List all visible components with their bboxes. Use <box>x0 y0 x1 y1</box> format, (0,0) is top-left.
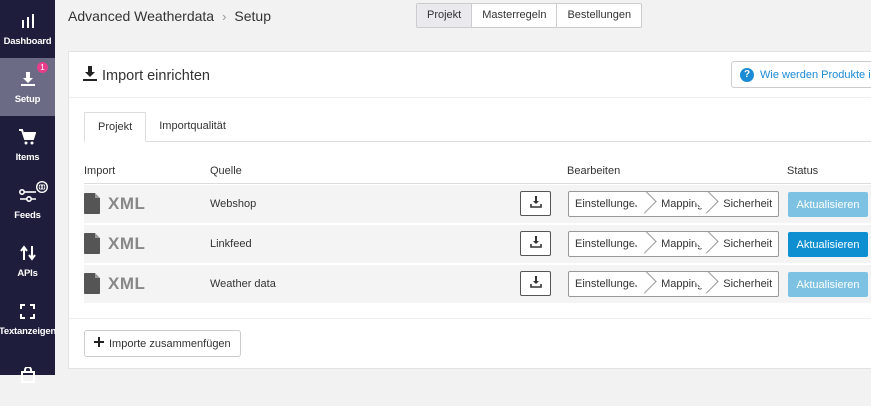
topbar: Advanced Weatherdata › Setup Projekt Mas… <box>55 0 871 36</box>
sidebar-item-feeds[interactable]: Feeds <box>0 174 55 232</box>
update-button[interactable]: Aktualisieren <box>788 272 868 297</box>
card-title: Import einrichten <box>83 66 210 85</box>
card-header: Import einrichten ? Wie werden Produkte … <box>69 52 871 98</box>
edit-steps: Einstellungen Mapping Sicherheit <box>568 231 780 257</box>
breadcrumb-app[interactable]: Advanced Weatherdata <box>68 8 214 24</box>
sidebar-item-textanzeigen[interactable]: Textanzeigen <box>0 290 57 348</box>
sidebar-item-dashboard[interactable]: Dashboard <box>0 0 55 58</box>
sidebar-item-items[interactable]: Items <box>0 116 55 174</box>
subtab-projekt[interactable]: Projekt <box>84 112 147 142</box>
card-title-text: Import einrichten <box>102 67 210 84</box>
sidebar-item-label: Textanzeigen <box>0 326 57 337</box>
edit-steps: Einstellungen Mapping Sicherheit <box>568 271 780 297</box>
bar-chart-icon <box>18 11 38 31</box>
column-header-edit: Bearbeiten <box>567 165 621 177</box>
import-type: XML <box>108 273 146 293</box>
download-tray-icon <box>529 195 542 213</box>
xml-file-icon: XML <box>84 233 145 254</box>
step-mapping[interactable]: Mapping <box>651 272 713 296</box>
import-card: Import einrichten ? Wie werden Produkte … <box>68 51 871 369</box>
sidebar-item-label: APIs <box>17 268 38 279</box>
step-mapping[interactable]: Mapping <box>651 192 713 216</box>
top-tabs: Projekt Masterregeln Bestellungen <box>416 3 643 28</box>
step-sicherheit[interactable]: Sicherheit <box>713 272 778 296</box>
subtab-importqualitaet[interactable]: Importqualität <box>146 112 239 141</box>
breadcrumb-page: Setup <box>234 8 272 24</box>
download-button[interactable] <box>520 191 551 216</box>
feeds-icon <box>18 185 38 205</box>
merge-imports-label: Importe zusammenfügen <box>109 337 231 350</box>
step-einstellungen[interactable]: Einstellungen <box>569 272 651 296</box>
column-header-source: Quelle <box>210 165 242 177</box>
step-sicherheit[interactable]: Sicherheit <box>713 232 778 256</box>
step-sicherheit[interactable]: Sicherheit <box>713 192 778 216</box>
sidebar-item-label: Feeds <box>14 210 41 221</box>
table-row: XML Webshop Einstellungen Mapping Sicher… <box>84 185 871 224</box>
table-row: XML Linkfeed Einstellungen Mapping Siche… <box>84 225 871 264</box>
import-type: XML <box>108 233 146 253</box>
xml-file-icon: XML <box>84 193 145 214</box>
download-icon <box>18 69 38 89</box>
edit-steps: Einstellungen Mapping Sicherheit <box>568 191 780 217</box>
help-button[interactable]: ? Wie werden Produkte importiert? <box>731 61 871 88</box>
sidebar: Dashboard 1 Setup Items Feeds APIs Texta… <box>0 0 57 383</box>
source-name: Linkfeed <box>210 238 252 250</box>
cart-icon <box>18 127 38 147</box>
swap-vertical-icon <box>18 243 38 263</box>
source-name: Webshop <box>210 198 257 210</box>
download-tray-icon <box>529 275 542 293</box>
step-einstellungen[interactable]: Einstellungen <box>569 232 651 256</box>
sidebar-item-shop[interactable] <box>0 348 55 406</box>
help-button-label: Wie werden Produkte importiert? <box>760 68 871 81</box>
question-icon: ? <box>740 67 754 82</box>
download-tray-icon <box>529 235 542 253</box>
download-icon <box>83 66 97 85</box>
update-button[interactable]: Aktualisieren <box>788 232 868 257</box>
table-row: XML Weather data Einstellungen Mapping S… <box>84 265 871 304</box>
download-button[interactable] <box>520 231 551 256</box>
step-mapping[interactable]: Mapping <box>651 232 713 256</box>
sidebar-item-label: Setup <box>14 94 41 105</box>
merge-imports-button[interactable]: Importe zusammenfügen <box>84 330 241 357</box>
breadcrumb: Advanced Weatherdata › Setup <box>68 8 271 24</box>
xml-file-icon: XML <box>84 273 145 294</box>
sidebar-item-setup[interactable]: 1 Setup <box>0 58 55 116</box>
tab-projekt[interactable]: Projekt <box>417 4 473 27</box>
download-button[interactable] <box>520 271 551 296</box>
tab-bestellungen[interactable]: Bestellungen <box>557 4 641 27</box>
tab-masterregeln[interactable]: Masterregeln <box>472 4 558 27</box>
sidebar-item-label: Items <box>15 152 40 163</box>
globe-icon <box>36 181 48 193</box>
update-button[interactable]: Aktualisieren <box>788 192 868 217</box>
notification-badge: 1 <box>37 62 48 73</box>
column-header-import: Import <box>84 165 116 177</box>
import-type: XML <box>108 193 146 213</box>
step-einstellungen[interactable]: Einstellungen <box>569 192 651 216</box>
focus-frame-icon <box>18 301 38 321</box>
plus-icon <box>94 337 104 350</box>
source-name: Weather data <box>210 278 276 290</box>
chevron-right-icon: › <box>222 8 227 24</box>
card-divider <box>69 318 871 319</box>
column-header-status: Status <box>787 165 819 177</box>
table-header: Import Quelle Bearbeiten Status <box>84 162 871 184</box>
sidebar-item-apis[interactable]: APIs <box>0 232 55 290</box>
sub-tabs: Projekt Importqualität <box>84 112 871 142</box>
sidebar-item-label: Dashboard <box>3 36 52 47</box>
